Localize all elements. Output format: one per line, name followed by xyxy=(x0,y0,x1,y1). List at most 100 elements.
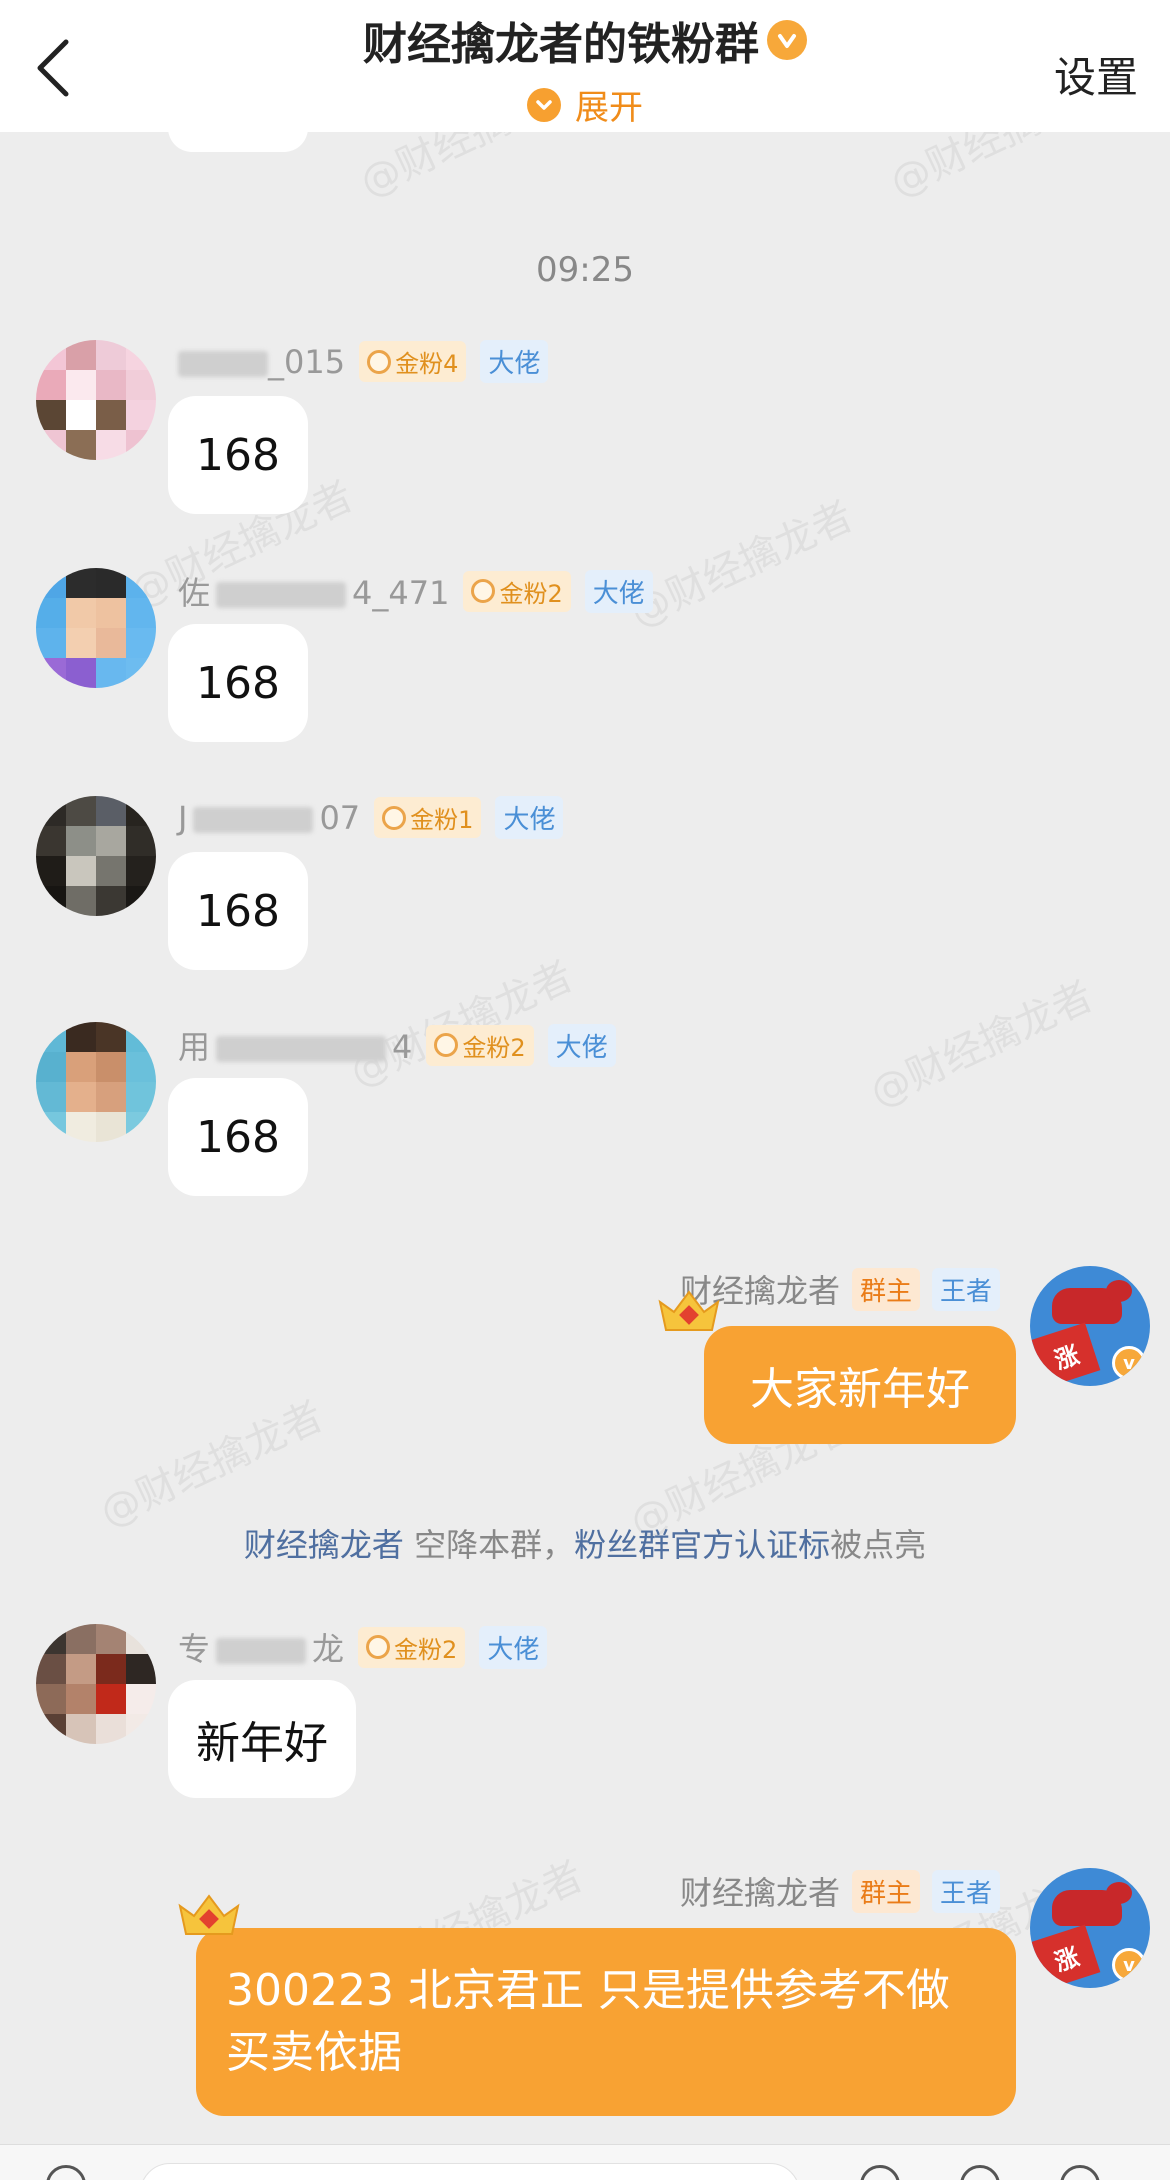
fan-level-badge: 金粉2 xyxy=(426,1024,534,1066)
watermark: @财经擒龙者 xyxy=(353,132,591,207)
sender-name[interactable]: _015 xyxy=(178,343,345,381)
verified-badge-icon xyxy=(767,20,807,60)
message-bubble[interactable]: 168 xyxy=(168,852,308,970)
system-notice-text: 被点亮 xyxy=(830,1526,927,1564)
role-tag: 大佬 xyxy=(584,569,653,613)
avatar[interactable] xyxy=(36,796,156,916)
level-tag: 王者 xyxy=(931,1869,1000,1913)
crown-icon xyxy=(658,1290,720,1331)
level-tag: 王者 xyxy=(931,1267,1000,1311)
sender-meta: _015 金粉4 大佬 xyxy=(178,340,549,383)
fan-badge-icon xyxy=(366,1635,391,1659)
sender-meta: 用4 金粉2 大佬 xyxy=(178,1022,616,1068)
message-bubble[interactable]: 168 xyxy=(168,396,308,514)
previous-message-bubble[interactable] xyxy=(168,132,308,152)
sender-name[interactable]: 财经擒龙者 xyxy=(680,1868,840,1914)
fan-level-text: 金粉2 xyxy=(394,1635,458,1664)
add-icon[interactable] xyxy=(1060,2165,1100,2180)
official-badge-link[interactable]: 粉丝群官方认证标 xyxy=(574,1526,830,1564)
sender-name-start: 佐 xyxy=(178,574,211,612)
role-tag: 大佬 xyxy=(547,1023,616,1067)
fan-badge-icon xyxy=(367,349,392,374)
expand-label: 展开 xyxy=(575,88,643,128)
settings-button[interactable]: 设置 xyxy=(1054,44,1138,105)
sender-meta: 佐 4_471 金粉2 大佬 xyxy=(178,568,653,614)
sender-meta: 财经擒龙者 群主 王者 xyxy=(680,1868,1000,1914)
message-bubble[interactable]: 300223 北京君正 只是提供参考不做买卖依据 xyxy=(196,1928,1016,2116)
message-bubble[interactable]: 大家新年好 xyxy=(704,1326,1016,1444)
system-notice: 财经擒龙者 空降本群，粉丝群官方认证标被点亮 xyxy=(0,1520,1170,1566)
input-bar xyxy=(0,2144,1170,2180)
owner-avatar[interactable]: 涨 v xyxy=(1030,1266,1150,1386)
rise-label: 涨 xyxy=(1031,1322,1101,1386)
system-notice-text: 空降本群， xyxy=(403,1526,575,1564)
sender-name-end: 07 xyxy=(319,798,361,837)
sender-name[interactable]: 佐 4_471 xyxy=(178,568,449,614)
sender-name-end: 龙 xyxy=(312,1630,345,1668)
redacted-name xyxy=(193,806,314,833)
message-bubble[interactable]: 168 xyxy=(168,1078,308,1196)
group-title-text: 财经擒龙者的铁粉群 xyxy=(363,19,759,70)
redacted-name xyxy=(216,1638,307,1664)
role-tag: 大佬 xyxy=(480,340,549,383)
fan-level-text: 金粉4 xyxy=(395,350,459,378)
fan-badge-icon xyxy=(434,1033,459,1057)
group-owner-tag: 群主 xyxy=(851,1267,920,1311)
expand-button[interactable]: 展开 xyxy=(527,80,643,129)
verified-badge-icon: v xyxy=(1112,1346,1146,1380)
message-item-owner: 财经擒龙者 群主 王者 涨 v 大家新年好 xyxy=(20,1266,1150,1476)
bull-head xyxy=(1106,1280,1132,1302)
sender-meta: 专龙 金粉2 大佬 xyxy=(178,1624,548,1670)
fan-level-text: 金粉2 xyxy=(462,1033,526,1062)
chat-area[interactable]: @财经擒龙者 @财经擒龙者 @财经擒龙者 @财经擒龙者 @财经擒龙者 @财经擒龙… xyxy=(0,132,1170,2144)
message-bubble[interactable]: 168 xyxy=(168,624,308,742)
redacted-name xyxy=(216,582,347,608)
watermark: @财经擒龙者 xyxy=(883,132,1121,207)
fan-level-text: 金粉1 xyxy=(410,806,474,834)
watermark: @财经擒龙者 xyxy=(623,493,861,637)
sender-name[interactable]: 专龙 xyxy=(178,1624,344,1670)
verified-badge-icon: v xyxy=(1112,1948,1146,1982)
watermark: @财经擒龙者 xyxy=(339,944,581,1098)
avatar[interactable] xyxy=(36,1022,156,1142)
sender-name-end: 4 xyxy=(392,1028,413,1066)
message-bubble[interactable]: 新年好 xyxy=(168,1680,356,1798)
fan-level-badge: 金粉4 xyxy=(359,341,467,382)
sender-meta: 财经擒龙者 群主 王者 xyxy=(680,1266,1000,1312)
redacted-name xyxy=(178,350,268,377)
sender-name-end: 4_471 xyxy=(352,574,450,612)
fan-badge-icon xyxy=(382,805,407,830)
fan-level-badge: 金粉2 xyxy=(463,570,571,612)
rise-label: 涨 xyxy=(1031,1924,1101,1988)
sender-name-start: 用 xyxy=(178,1028,211,1066)
sender-name[interactable]: J 07 xyxy=(178,799,360,837)
fan-badge-icon xyxy=(471,579,496,603)
mention-icon[interactable] xyxy=(960,2165,1000,2180)
crown-icon xyxy=(178,1894,240,1935)
owner-avatar[interactable]: 涨 v xyxy=(1030,1868,1150,1988)
voice-icon[interactable] xyxy=(46,2165,86,2180)
fan-level-badge: 金粉1 xyxy=(374,797,482,838)
chat-header: 财经擒龙者的铁粉群 展开 设置 xyxy=(0,0,1170,132)
message-item-owner: 财经擒龙者 群主 王者 涨 v 300223 北京君正 只是提供参考不做买卖依据 xyxy=(20,1868,1150,2144)
message-input[interactable] xyxy=(140,2163,800,2180)
group-owner-tag: 群主 xyxy=(851,1869,920,1913)
watermark: @财经擒龙者 xyxy=(863,973,1101,1117)
chevron-down-icon xyxy=(527,87,561,122)
role-tag: 大佬 xyxy=(495,796,564,839)
emoji-icon[interactable] xyxy=(860,2165,900,2180)
role-tag: 大佬 xyxy=(479,1625,548,1669)
fan-level-text: 金粉2 xyxy=(499,579,563,608)
sender-meta: J 07 金粉1 大佬 xyxy=(178,796,564,839)
group-title[interactable]: 财经擒龙者的铁粉群 xyxy=(363,8,807,72)
sender-name-start: 专 xyxy=(178,1630,211,1668)
avatar[interactable] xyxy=(36,568,156,688)
owner-link[interactable]: 财经擒龙者 xyxy=(244,1526,404,1564)
avatar[interactable] xyxy=(36,340,156,460)
sender-name[interactable]: 用4 xyxy=(178,1022,412,1068)
avatar[interactable] xyxy=(36,1624,156,1744)
message-timestamp: 09:25 xyxy=(536,250,634,290)
fan-level-badge: 金粉2 xyxy=(358,1626,466,1668)
bull-head xyxy=(1106,1882,1132,1904)
sender-name-start: J xyxy=(178,798,188,837)
